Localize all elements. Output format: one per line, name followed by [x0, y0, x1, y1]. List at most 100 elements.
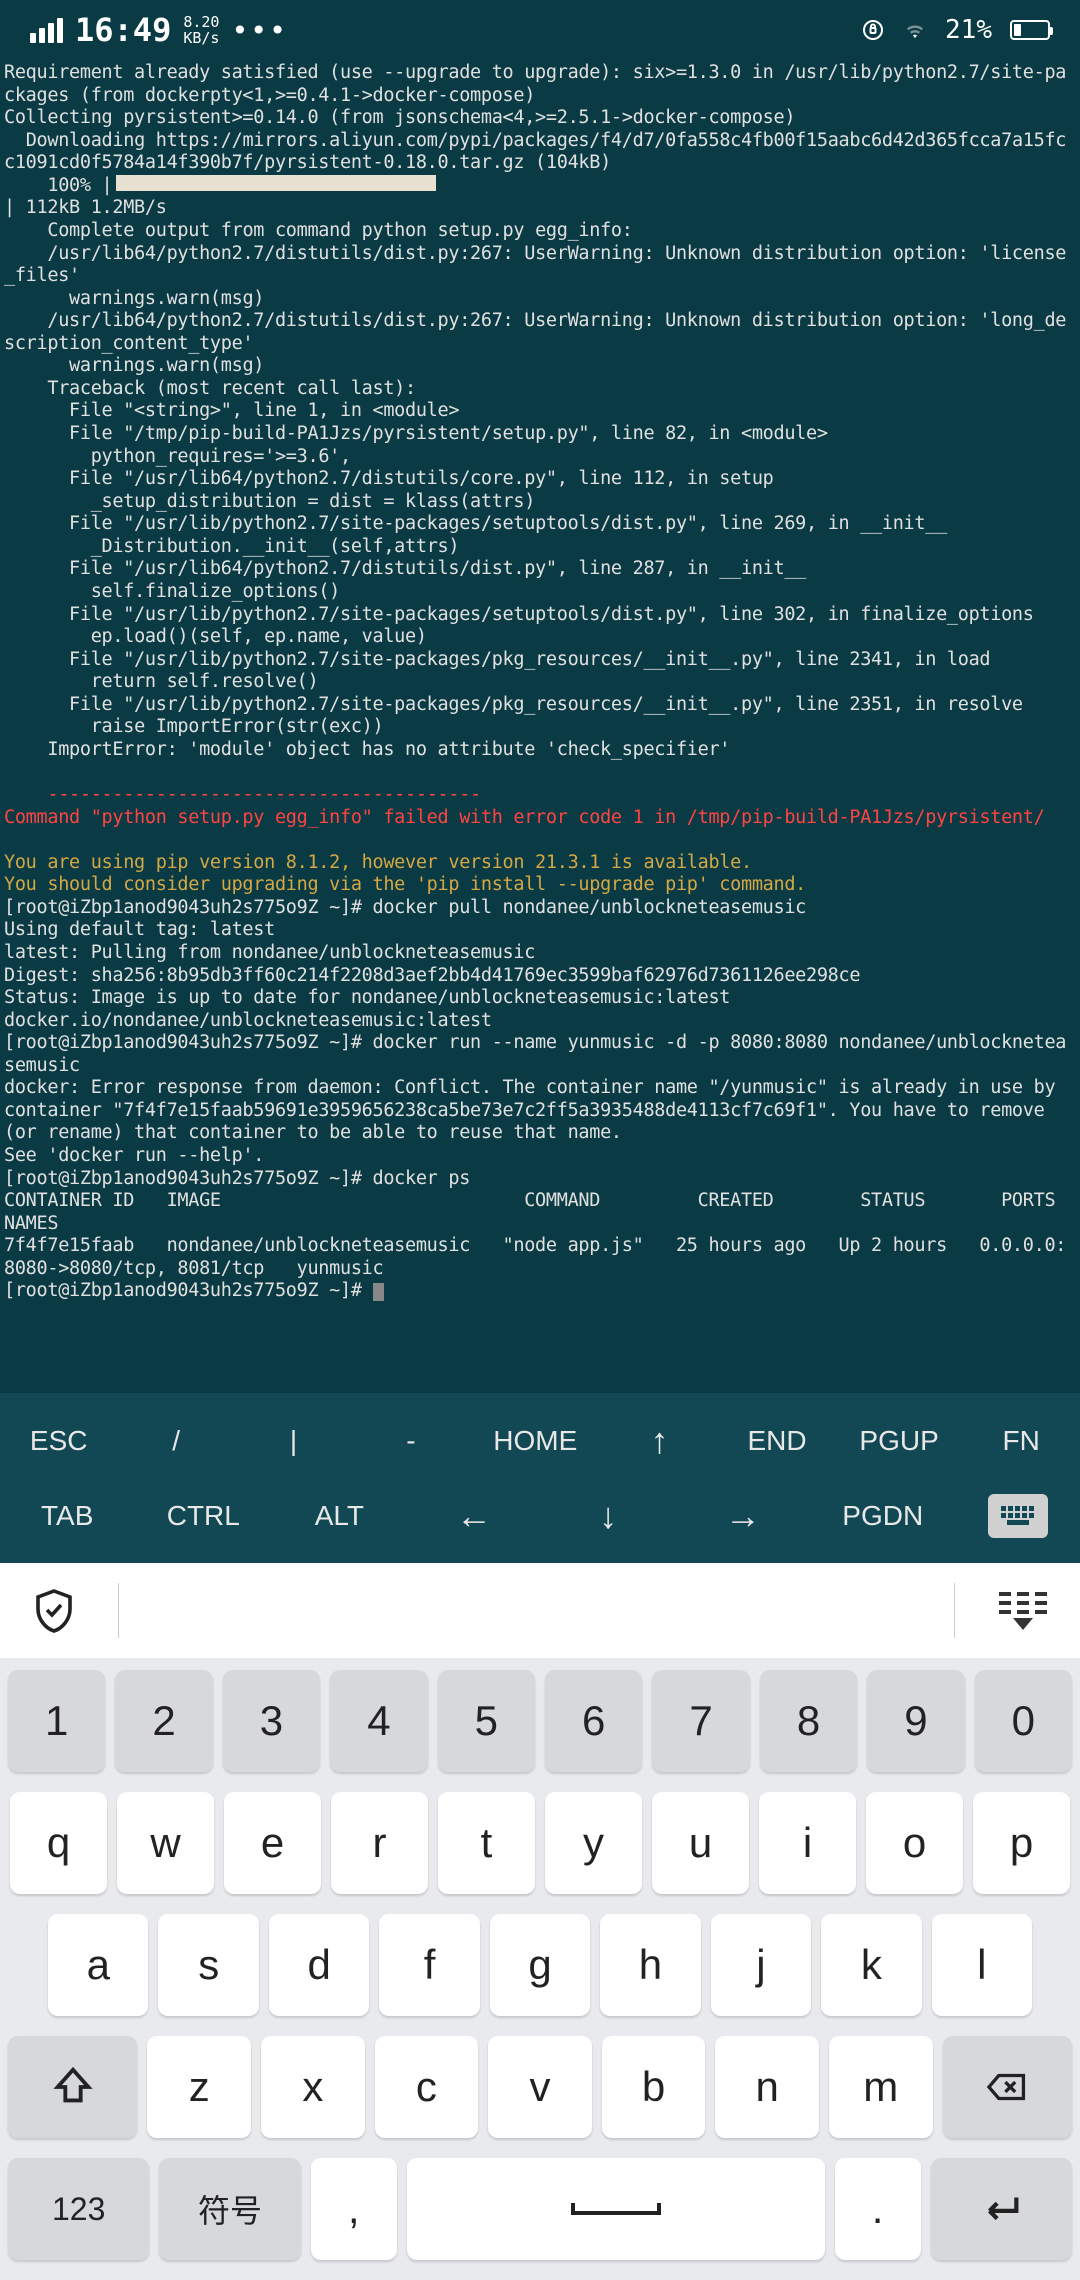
key-3[interactable]: 3	[223, 1670, 320, 1772]
term-line: /usr/lib64/python2.7/distutils/dist.py:2…	[4, 243, 1076, 288]
more-icon: •••	[231, 14, 288, 47]
term-line: Status: Image is up to date for nondanee…	[4, 987, 1076, 1010]
space-key[interactable]	[407, 2158, 825, 2260]
key-5[interactable]: 5	[438, 1670, 535, 1772]
term-line: Traceback (most recent call last):	[4, 378, 1076, 401]
term-key-/[interactable]: /	[141, 1425, 211, 1457]
key-q[interactable]: q	[10, 1792, 107, 1894]
key-x[interactable]: x	[261, 2036, 365, 2138]
term-line: File "/tmp/pip-build-PA1Jzs/pyrsistent/s…	[4, 423, 1076, 446]
terminal-extra-keys: ESC / | - HOME ↑ END PGUP FN TAB CTRL ALT ← ↓ → PGDN	[0, 1393, 1080, 1563]
backspace-key[interactable]	[943, 2036, 1072, 2138]
key-v[interactable]: v	[488, 2036, 592, 2138]
term-line: Collecting pyrsistent>=0.14.0 (from json…	[4, 107, 1076, 130]
term-key-|[interactable]: |	[258, 1425, 328, 1457]
term-error-dashes: ----------------------------------------	[4, 784, 1076, 807]
term-line: Downloading https://mirrors.aliyun.com/p…	[4, 130, 1076, 175]
term-line: File "/usr/lib/python2.7/site-packages/p…	[4, 649, 1076, 672]
key-y[interactable]: y	[545, 1792, 642, 1894]
comma-key[interactable]: ,	[311, 2158, 397, 2260]
key-2[interactable]: 2	[115, 1670, 212, 1772]
symbols-key[interactable]: 符号	[159, 2158, 300, 2260]
term-line: File "/usr/lib/python2.7/site-packages/p…	[4, 694, 1076, 717]
term-line: raise ImportError(str(exc))	[4, 716, 1076, 739]
term-key-ctrl[interactable]: CTRL	[167, 1500, 240, 1532]
term-line: _setup_distribution = dist = klass(attrs…	[4, 491, 1076, 514]
key-t[interactable]: t	[438, 1792, 535, 1894]
term-line: docker.io/nondanee/unblockneteasemusic:l…	[4, 1010, 1076, 1033]
key-z[interactable]: z	[147, 2036, 251, 2138]
key-h[interactable]: h	[600, 1914, 700, 2016]
term-key--[interactable]: -	[376, 1425, 446, 1457]
key-i[interactable]: i	[759, 1792, 856, 1894]
term-line: You should consider upgrading via the 'p…	[4, 874, 1076, 897]
term-line	[4, 761, 1076, 784]
term-key-pgup[interactable]: PGUP	[859, 1425, 938, 1457]
key-1[interactable]: 1	[8, 1670, 105, 1772]
term-line: Requirement already satisfied (use --upg…	[4, 62, 1076, 107]
enter-key[interactable]	[931, 2158, 1072, 2260]
term-line: ep.load()(self, ep.name, value)	[4, 626, 1076, 649]
term-key-↓[interactable]: ↓	[573, 1495, 643, 1537]
key-a[interactable]: a	[48, 1914, 148, 2016]
terminal-output[interactable]: Requirement already satisfied (use --upg…	[0, 60, 1080, 1393]
term-key-←[interactable]: ←	[439, 1495, 509, 1537]
term-line: return self.resolve()	[4, 671, 1076, 694]
term-line: 7f4f7e15faab nondanee/unblockneteasemusi…	[4, 1235, 1076, 1280]
shift-key[interactable]	[8, 2036, 137, 2138]
term-line: File "/usr/lib/python2.7/site-packages/s…	[4, 513, 1076, 536]
term-line: /usr/lib64/python2.7/distutils/dist.py:2…	[4, 310, 1076, 355]
term-line: [root@iZbp1anod9043uh2s775o9Z ~]# docker…	[4, 1032, 1076, 1077]
key-e[interactable]: e	[224, 1792, 321, 1894]
term-line: [root@iZbp1anod9043uh2s775o9Z ~]# docker…	[4, 897, 1076, 920]
term-key-pgdn[interactable]: PGDN	[842, 1500, 923, 1532]
term-line: python_requires='>=3.6',	[4, 446, 1076, 469]
numbers-key[interactable]: 123	[8, 2158, 149, 2260]
key-u[interactable]: u	[652, 1792, 749, 1894]
term-key-esc[interactable]: ESC	[24, 1425, 94, 1457]
term-line: Complete output from command python setu…	[4, 220, 1076, 243]
key-w[interactable]: w	[117, 1792, 214, 1894]
key-l[interactable]: l	[932, 1914, 1032, 2016]
term-key-home[interactable]: HOME	[493, 1425, 577, 1457]
key-4[interactable]: 4	[330, 1670, 427, 1772]
toggle-keyboard-icon[interactable]	[988, 1494, 1048, 1538]
term-key-↑[interactable]: ↑	[625, 1420, 695, 1462]
key-j[interactable]: j	[711, 1914, 811, 2016]
key-9[interactable]: 9	[867, 1670, 964, 1772]
key-6[interactable]: 6	[545, 1670, 642, 1772]
key-7[interactable]: 7	[652, 1670, 749, 1772]
key-g[interactable]: g	[490, 1914, 590, 2016]
key-p[interactable]: p	[973, 1792, 1070, 1894]
key-r[interactable]: r	[331, 1792, 428, 1894]
key-s[interactable]: s	[158, 1914, 258, 2016]
key-n[interactable]: n	[715, 2036, 819, 2138]
key-m[interactable]: m	[829, 2036, 933, 2138]
key-0[interactable]: 0	[975, 1670, 1072, 1772]
key-8[interactable]: 8	[760, 1670, 857, 1772]
term-key-fn[interactable]: FN	[986, 1425, 1056, 1457]
shield-check-icon[interactable]	[30, 1587, 78, 1635]
term-line: docker: Error response from daemon: Conf…	[4, 1077, 1076, 1145]
signal-icon	[30, 18, 63, 43]
term-key-alt[interactable]: ALT	[304, 1500, 374, 1532]
key-b[interactable]: b	[602, 2036, 706, 2138]
expand-keyboard-icon[interactable]	[995, 1592, 1050, 1630]
term-line: CONTAINER ID IMAGE COMMAND CREATED STATU…	[4, 1190, 1076, 1235]
term-line: [root@iZbp1anod9043uh2s775o9Z ~]# docker…	[4, 1168, 1076, 1191]
term-key-end[interactable]: END	[742, 1425, 812, 1457]
key-f[interactable]: f	[379, 1914, 479, 2016]
key-k[interactable]: k	[821, 1914, 921, 2016]
term-line: self.finalize_options()	[4, 581, 1076, 604]
period-key[interactable]: .	[835, 2158, 921, 2260]
term-line: ImportError: 'module' object has no attr…	[4, 739, 1076, 762]
term-key-→[interactable]: →	[708, 1495, 778, 1537]
term-key-tab[interactable]: TAB	[32, 1500, 102, 1532]
key-c[interactable]: c	[375, 2036, 479, 2138]
key-d[interactable]: d	[269, 1914, 369, 2016]
term-error: Command "python setup.py egg_info" faile…	[4, 807, 1076, 830]
term-line: File "<string>", line 1, in <module>	[4, 400, 1076, 423]
progress-bar	[116, 175, 436, 191]
key-o[interactable]: o	[866, 1792, 963, 1894]
battery-icon	[1010, 20, 1050, 40]
